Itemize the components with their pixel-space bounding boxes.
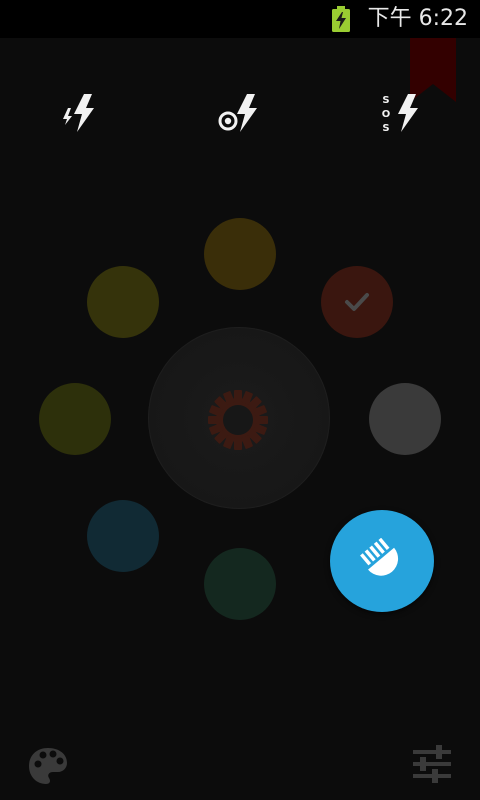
checkmark-icon bbox=[345, 293, 369, 311]
mode-flash-button[interactable] bbox=[58, 92, 102, 134]
status-time: 下午 6:22 bbox=[367, 6, 468, 31]
mode-strobe-button[interactable] bbox=[217, 92, 261, 134]
color-green[interactable] bbox=[204, 548, 276, 620]
svg-text:O: O bbox=[382, 109, 391, 120]
palette-icon[interactable] bbox=[26, 744, 70, 788]
color-yellow-green[interactable] bbox=[39, 383, 111, 455]
torch-button[interactable] bbox=[330, 510, 434, 612]
flash-icon bbox=[63, 94, 94, 132]
color-orange[interactable] bbox=[204, 218, 276, 290]
color-blue[interactable] bbox=[87, 500, 159, 572]
color-red-selected[interactable] bbox=[321, 266, 393, 338]
gear-icon[interactable] bbox=[206, 388, 270, 452]
svg-text:S: S bbox=[382, 95, 389, 106]
mode-sos-button[interactable]: S O S bbox=[380, 92, 424, 134]
battery-charging-icon bbox=[332, 6, 350, 32]
color-white[interactable] bbox=[369, 383, 441, 455]
color-yellow[interactable] bbox=[87, 266, 159, 338]
status-bar: 下午 6:22 bbox=[0, 0, 480, 38]
strobe-flash-icon bbox=[218, 94, 257, 132]
flashlight-icon bbox=[360, 538, 399, 576]
svg-text:S: S bbox=[382, 123, 389, 134]
sos-flash-icon: S O S bbox=[382, 94, 418, 134]
sliders-icon[interactable] bbox=[410, 744, 454, 784]
